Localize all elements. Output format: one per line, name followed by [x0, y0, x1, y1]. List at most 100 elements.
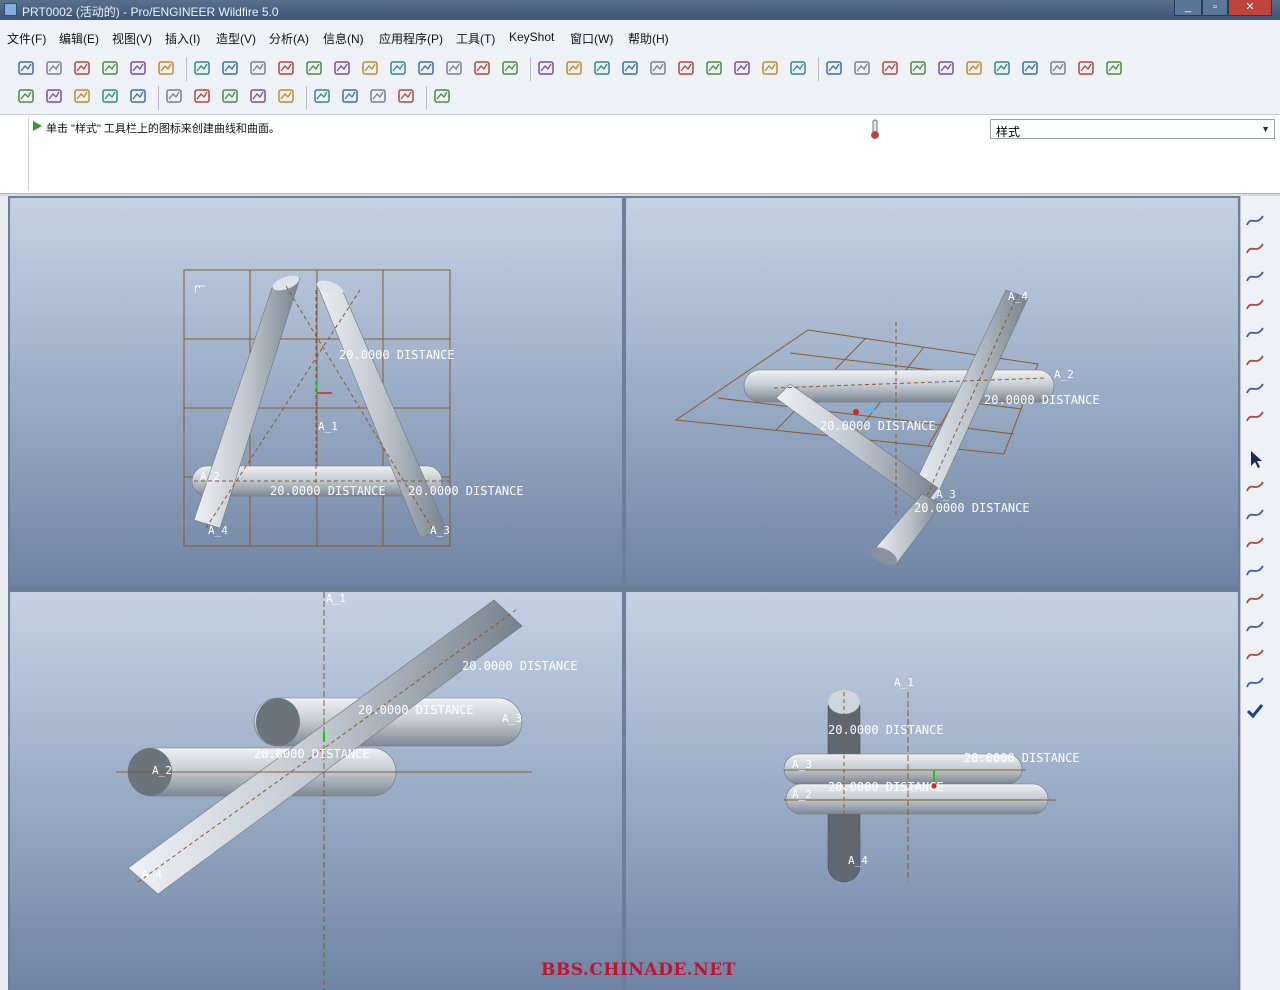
mode-select[interactable]: 样式 ▼	[990, 119, 1275, 139]
refit-icon[interactable]	[992, 58, 1012, 78]
point-display-icon[interactable]	[880, 58, 900, 78]
done-check-icon[interactable]	[1244, 700, 1266, 722]
curve-create-icon[interactable]	[1244, 504, 1266, 526]
paste-icon[interactable]	[676, 58, 696, 78]
saved-views-icon[interactable]	[1048, 58, 1068, 78]
paste-special-icon[interactable]	[704, 58, 724, 78]
surface-icon[interactable]	[332, 58, 352, 78]
send-icon[interactable]	[128, 58, 148, 78]
datum-plane-icon[interactable]	[220, 58, 240, 78]
datum-display-icon[interactable]	[824, 58, 844, 78]
intersect-icon[interactable]	[1244, 350, 1266, 372]
menu-file[interactable]: 文件(F)	[7, 30, 46, 47]
axis-icon[interactable]	[192, 86, 212, 106]
wave-icon[interactable]	[360, 58, 380, 78]
minimize-button[interactable]: _	[1174, 0, 1202, 16]
viewport-bottom-right[interactable]: 20.0000 DISTANCE 20.0000 DISTANCE 20.000…	[626, 592, 1238, 990]
surface-analysis-icon[interactable]	[340, 86, 360, 106]
line-icon[interactable]	[1244, 266, 1266, 288]
menu-analysis[interactable]: 分析(A)	[269, 30, 309, 47]
menu-window[interactable]: 窗口(W)	[570, 30, 613, 47]
color-icon[interactable]	[388, 58, 408, 78]
new-icon[interactable]	[16, 58, 36, 78]
find-icon[interactable]	[760, 58, 780, 78]
graphics-window: ┌⌐ 20.0000 DISTANCE 20.0000 DISTANCE 20.…	[8, 196, 1240, 990]
menu-info[interactable]: 信息(N)	[323, 30, 364, 47]
viewport-top-left[interactable]: ┌⌐ 20.0000 DISTANCE 20.0000 DISTANCE 20.…	[10, 198, 622, 586]
connect-icon[interactable]	[1244, 616, 1266, 638]
print-icon[interactable]	[100, 58, 120, 78]
regenerate-icon[interactable]	[592, 58, 612, 78]
grid-icon[interactable]	[368, 86, 388, 106]
link-icon[interactable]	[1244, 406, 1266, 428]
axis-display-icon[interactable]	[852, 58, 872, 78]
measure-icon[interactable]	[472, 58, 492, 78]
menu-keyshot[interactable]: KeyShot	[509, 30, 554, 44]
shade-icon[interactable]	[416, 58, 436, 78]
hatch-icon[interactable]	[500, 58, 520, 78]
analysis-icon[interactable]	[276, 86, 296, 106]
curve-analysis-icon[interactable]	[312, 86, 332, 106]
circle-icon[interactable]	[276, 58, 296, 78]
layer-icon[interactable]	[1076, 58, 1096, 78]
model-tree-icon[interactable]	[1104, 58, 1124, 78]
select-box-icon[interactable]	[788, 58, 808, 78]
maximize-button[interactable]: ▫	[1202, 0, 1228, 16]
menu-tools[interactable]: 工具(T)	[456, 30, 495, 47]
cut-icon[interactable]	[620, 58, 640, 78]
copy-icon[interactable]	[648, 58, 668, 78]
open-icon[interactable]	[44, 58, 64, 78]
undo-icon[interactable]	[536, 58, 556, 78]
menu-help[interactable]: 帮助(H)	[628, 30, 669, 47]
render-icon[interactable]	[732, 58, 752, 78]
zoom-in-icon[interactable]	[936, 58, 956, 78]
curve-edit-icon[interactable]	[1244, 532, 1266, 554]
menu-applications[interactable]: 应用程序(P)	[379, 30, 443, 47]
view-iso-icon[interactable]	[16, 86, 36, 106]
csys-icon[interactable]	[248, 86, 268, 106]
thermometer-icon[interactable]	[868, 118, 882, 140]
surface-icon[interactable]	[1244, 560, 1266, 582]
curve-icon[interactable]	[1244, 210, 1266, 232]
spline-icon[interactable]	[1244, 294, 1266, 316]
view-shaded-icon[interactable]	[100, 86, 120, 106]
dimension-label: 20.0000 DISTANCE	[270, 484, 386, 498]
menu-insert[interactable]: 插入(I)	[165, 30, 200, 47]
svg-text:┌⌐: ┌⌐	[192, 280, 205, 293]
orient-icon[interactable]	[1020, 58, 1040, 78]
help-icon[interactable]	[432, 86, 452, 106]
message-divider	[28, 117, 29, 191]
viewport-top-right[interactable]: 20.0000 DISTANCE 20.0000 DISTANCE 20.000…	[626, 198, 1238, 586]
sphere-icon[interactable]	[908, 58, 928, 78]
style-icon[interactable]	[396, 86, 416, 106]
menu-edit[interactable]: 编辑(E)	[59, 30, 99, 47]
table-icon[interactable]	[248, 58, 268, 78]
select-arrow-icon[interactable]	[1244, 448, 1266, 470]
plane-icon[interactable]	[164, 86, 184, 106]
close-button[interactable]: ✕	[1228, 0, 1272, 16]
menu-modeling[interactable]: 造型(V)	[216, 30, 256, 47]
active-plane-icon[interactable]	[1244, 476, 1266, 498]
redo-icon[interactable]	[564, 58, 584, 78]
left-splitter[interactable]	[0, 196, 8, 990]
viewport-bottom-left[interactable]: 20.0000 DISTANCE 20.0000 DISTANCE 20.000…	[10, 592, 622, 990]
zoom-out-icon[interactable]	[964, 58, 984, 78]
view-hidden-icon[interactable]	[72, 86, 92, 106]
dimension-icon[interactable]	[192, 58, 212, 78]
point-icon[interactable]	[220, 86, 240, 106]
curve-icon[interactable]	[304, 58, 324, 78]
chevron-down-icon[interactable]: ▼	[1261, 124, 1270, 134]
view-wire-icon[interactable]	[44, 86, 64, 106]
plane-icon[interactable]	[1244, 238, 1266, 260]
menu-view[interactable]: 视图(V)	[112, 30, 152, 47]
layers-icon[interactable]	[444, 58, 464, 78]
sketch-icon[interactable]	[1244, 378, 1266, 400]
trim-icon[interactable]	[1244, 644, 1266, 666]
points-icon[interactable]	[1244, 322, 1266, 344]
save-icon[interactable]	[72, 58, 92, 78]
analysis-icon[interactable]	[1244, 672, 1266, 694]
erase-icon[interactable]	[156, 58, 176, 78]
model-display-icon[interactable]	[128, 86, 148, 106]
surface-edit-icon[interactable]	[1244, 588, 1266, 610]
app-icon	[4, 3, 17, 16]
